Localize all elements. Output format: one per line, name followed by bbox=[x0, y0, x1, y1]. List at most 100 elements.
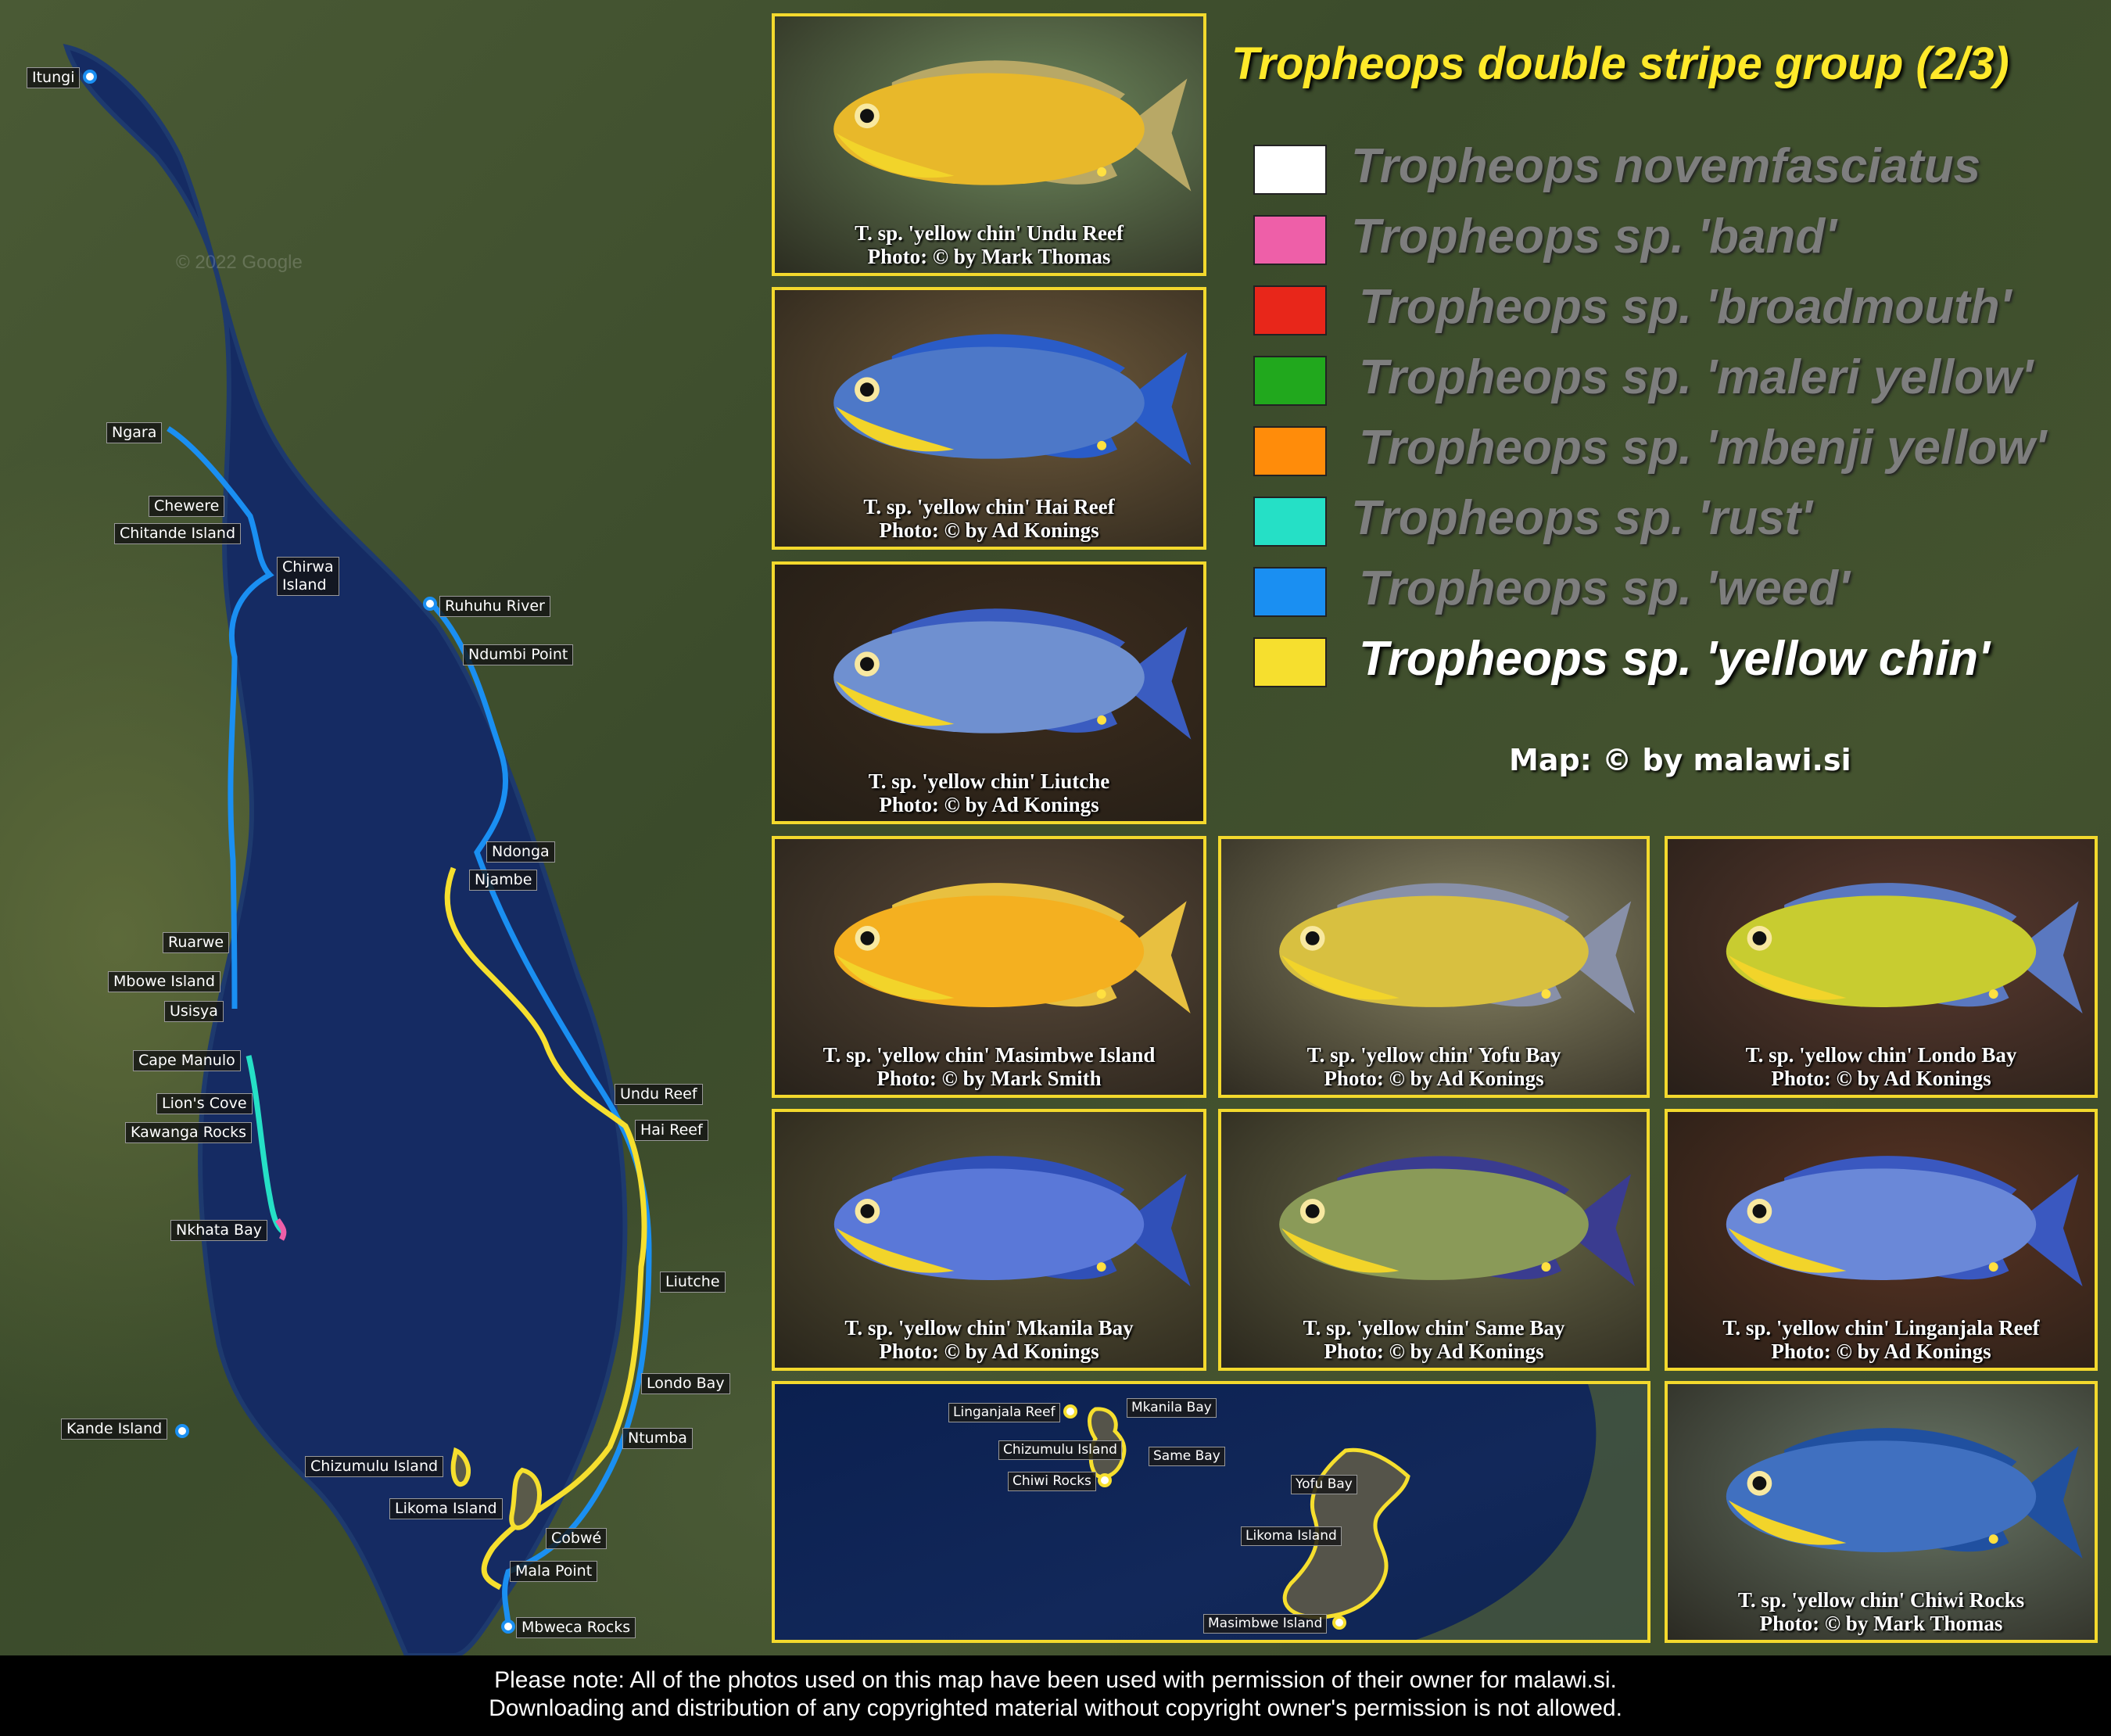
fish-body bbox=[1726, 1168, 2037, 1281]
label-ngara: Ngara bbox=[106, 422, 163, 443]
legend-swatch bbox=[1253, 567, 1327, 617]
photo-caption: T. sp. 'yellow chin' Chiwi Rocks Photo: ©… bbox=[1668, 1588, 2095, 1635]
label-ndonga: Ndonga bbox=[486, 841, 555, 863]
photo-caption: T. sp. 'yellow chin' Yofu Bay Photo: © by… bbox=[1221, 1043, 1647, 1090]
photo-caption-credit: Photo: © by Ad Konings bbox=[1324, 1067, 1544, 1090]
photo-caption-credit: Photo: © by Mark Thomas bbox=[1759, 1612, 2003, 1635]
photo-caption: T. sp. 'yellow chin' Liutche Photo: © by … bbox=[775, 769, 1203, 816]
photo-caption-title: T. sp. 'yellow chin' Undu Reef bbox=[855, 221, 1124, 245]
inset-map: Linganjala Reef Mkanila Bay Chizumulu Is… bbox=[772, 1381, 1650, 1643]
inset-label-masimbwe-island: Masimbwe Island bbox=[1203, 1614, 1328, 1634]
fish-photo: T. sp. 'yellow chin' Hai Reef Photo: © by… bbox=[772, 287, 1206, 550]
legend-swatch bbox=[1253, 637, 1327, 687]
fish-pupil bbox=[1752, 1476, 1767, 1490]
legend-label: Tropheops novemfasciatus bbox=[1351, 139, 1981, 193]
photo-caption-credit: Photo: © by Mark Thomas bbox=[867, 245, 1111, 268]
map-stage: © 2022 Google Itungi Ngara Chewere Chita… bbox=[0, 0, 2111, 1655]
label-ndumbi-point: Ndumbi Point bbox=[463, 644, 574, 665]
footer-line-1: Please note: All of the photos used on t… bbox=[494, 1667, 1617, 1693]
inset-linganjala-point bbox=[1063, 1404, 1077, 1419]
fish-egg-spot bbox=[1541, 1262, 1551, 1272]
fish-egg-spot bbox=[1988, 1534, 1998, 1544]
fish-body bbox=[833, 1168, 1145, 1281]
photo-caption-credit: Photo: © by Ad Konings bbox=[1771, 1067, 1991, 1090]
map-credit: Map: © by malawi.si bbox=[1509, 743, 1851, 777]
copyright-footer: Please note: All of the photos used on t… bbox=[0, 1655, 2111, 1736]
fish-photo: T. sp. 'yellow chin' Undu Reef Photo: © b… bbox=[772, 13, 1206, 276]
fish-body bbox=[1726, 1440, 2037, 1553]
fish-pupil bbox=[860, 931, 875, 945]
legend-swatch bbox=[1253, 497, 1327, 547]
fish-body bbox=[1726, 895, 2037, 1008]
legend-label: Tropheops sp. 'yellow chin' bbox=[1359, 632, 1990, 686]
fish-body bbox=[1279, 1168, 1589, 1280]
photo-caption: T. sp. 'yellow chin' Masimbwe Island Phot… bbox=[775, 1043, 1203, 1090]
fish-egg-spot bbox=[1988, 989, 1998, 999]
label-ruhuhu-river: Ruhuhu River bbox=[439, 596, 550, 617]
photo-caption: T. sp. 'yellow chin' Mkanila Bay Photo: ©… bbox=[775, 1316, 1203, 1363]
fish-body bbox=[833, 895, 1145, 1008]
photo-caption-title: T. sp. 'yellow chin' Liutche bbox=[868, 769, 1110, 793]
fish-egg-spot bbox=[1097, 715, 1107, 725]
photo-caption-credit: Photo: © by Ad Konings bbox=[879, 1340, 1099, 1363]
fish-body bbox=[833, 73, 1145, 185]
footer-line-2: Downloading and distribution of any copy… bbox=[489, 1695, 1622, 1721]
fish-photo: T. sp. 'yellow chin' Yofu Bay Photo: © by… bbox=[1218, 836, 1650, 1098]
label-chirwa-island: Chirwa Island bbox=[277, 557, 339, 596]
label-itungi: Itungi bbox=[27, 67, 81, 88]
label-lions-cove: Lion's Cove bbox=[156, 1093, 253, 1114]
legend-label: Tropheops sp. 'weed' bbox=[1359, 561, 1850, 615]
photo-caption: T. sp. 'yellow chin' Same Bay Photo: © by… bbox=[1221, 1316, 1647, 1363]
inset-label-mkanila-bay: Mkanila Bay bbox=[1127, 1398, 1217, 1418]
itungi-point bbox=[83, 70, 97, 84]
photo-caption: T. sp. 'yellow chin' Undu Reef Photo: © b… bbox=[775, 221, 1203, 268]
fish-pupil bbox=[1305, 1204, 1320, 1218]
inset-label-linganjala-reef: Linganjala Reef bbox=[948, 1403, 1060, 1422]
legend-label: Tropheops sp. 'band' bbox=[1351, 210, 1837, 264]
legend-label: Tropheops sp. 'maleri yellow' bbox=[1359, 350, 2034, 404]
inset-chiwi-point bbox=[1098, 1473, 1112, 1487]
fish-pupil bbox=[860, 109, 874, 124]
label-nkhata-bay: Nkhata Bay bbox=[170, 1220, 267, 1241]
fish-photo: T. sp. 'yellow chin' Londo Bay Photo: © b… bbox=[1665, 836, 2098, 1098]
inset-map-svg bbox=[1063, 1384, 1647, 1640]
fish-photo: T. sp. 'yellow chin' Same Bay Photo: © by… bbox=[1218, 1109, 1650, 1371]
fish-pupil bbox=[1752, 931, 1767, 945]
label-mbowe-island: Mbowe Island bbox=[108, 971, 220, 992]
label-hai-reef: Hai Reef bbox=[635, 1120, 708, 1141]
fish-photo: T. sp. 'yellow chin' Masimbwe Island Phot… bbox=[772, 836, 1206, 1098]
label-mala-point: Mala Point bbox=[510, 1561, 598, 1582]
fish-photo: T. sp. 'yellow chin' Linganjala Reef Phot… bbox=[1665, 1109, 2098, 1371]
inset-label-chiwi-rocks: Chiwi Rocks bbox=[1008, 1472, 1096, 1491]
fish-egg-spot bbox=[1541, 989, 1551, 999]
label-ntumba: Ntumba bbox=[622, 1428, 693, 1449]
fish-photo: T. sp. 'yellow chin' Liutche Photo: © by … bbox=[772, 561, 1206, 824]
photo-caption-title: T. sp. 'yellow chin' Same Bay bbox=[1303, 1316, 1565, 1340]
label-usisya: Usisya bbox=[164, 1001, 224, 1022]
fish-photo: T. sp. 'yellow chin' Chiwi Rocks Photo: ©… bbox=[1665, 1381, 2098, 1643]
photo-caption-title: T. sp. 'yellow chin' Masimbwe Island bbox=[823, 1043, 1156, 1067]
label-liutche: Liutche bbox=[660, 1272, 726, 1293]
ruhuhu-point bbox=[423, 597, 437, 611]
label-chewere: Chewere bbox=[149, 496, 225, 517]
legend-label: Tropheops sp. 'rust' bbox=[1351, 491, 1812, 545]
google-watermark: © 2022 Google bbox=[176, 252, 303, 273]
legend-swatch bbox=[1253, 285, 1327, 335]
photo-caption-title: T. sp. 'yellow chin' Chiwi Rocks bbox=[1737, 1588, 2025, 1612]
fish-pupil bbox=[860, 382, 874, 397]
photo-caption-credit: Photo: © by Ad Konings bbox=[1324, 1340, 1544, 1363]
fish-pupil bbox=[860, 1203, 875, 1218]
photo-caption: T. sp. 'yellow chin' Linganjala Reef Phot… bbox=[1668, 1316, 2095, 1363]
page-title: Tropheops double stripe group (2/3) bbox=[1231, 38, 2009, 89]
label-likoma-island: Likoma Island bbox=[389, 1498, 503, 1519]
label-chizumulu-island: Chizumulu Island bbox=[305, 1456, 444, 1477]
inset-label-likoma-island: Likoma Island bbox=[1241, 1526, 1342, 1546]
photo-caption: T. sp. 'yellow chin' Hai Reef Photo: © by… bbox=[775, 495, 1203, 542]
label-chitande-island: Chitande Island bbox=[114, 523, 242, 544]
fish-photo: T. sp. 'yellow chin' Mkanila Bay Photo: ©… bbox=[772, 1109, 1206, 1371]
label-ruarwe: Ruarwe bbox=[163, 932, 230, 953]
legend-swatch bbox=[1253, 215, 1327, 265]
fish-egg-spot bbox=[1097, 440, 1107, 450]
label-mbweca-rocks: Mbweca Rocks bbox=[516, 1617, 636, 1638]
fish-pupil bbox=[860, 657, 874, 672]
